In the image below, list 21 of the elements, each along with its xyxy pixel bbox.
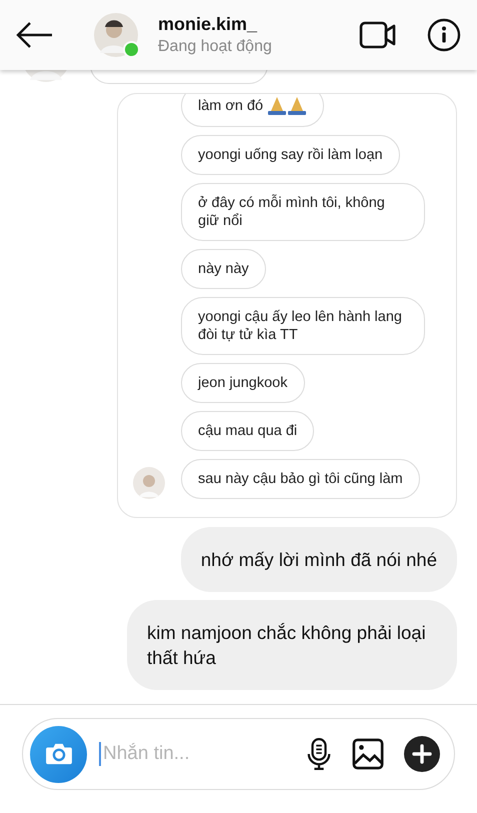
message-text: yoongi uống say rồi làm loạn [198, 146, 383, 164]
shared-screenshot[interactable]: làm ơn đó yoongi uống say rồi làm loạn ở đây có mỗi mình tôi, không giữ nổi này này yoongi cậu ấy leo lên hành lang đòi tự tử kìa TT jeon jungkook cậu mau qua đi sau này cậu bảo gì tôi cũng làm [117, 93, 457, 518]
camera-button[interactable] [30, 726, 87, 782]
back-arrow-icon[interactable] [14, 20, 54, 50]
message-text: sau này cậu bảo gì tôi cũng làm [198, 470, 403, 488]
message-text: nhớ mấy lời mình đã nói nhé [200, 549, 437, 570]
username[interactable]: monie.kim_ [158, 14, 329, 35]
message-text: làm ơn đó [198, 97, 264, 115]
message-text: yoongi cậu ấy leo lên hành lang đòi tự tử kìa TT [198, 308, 403, 344]
add-icon[interactable] [404, 736, 440, 772]
message-text: cậu mau qua đi [198, 422, 298, 440]
message-text: này này [198, 260, 249, 278]
message-text: jeon jungkook [198, 374, 288, 392]
camera-icon [44, 742, 72, 766]
video-camera-icon[interactable] [359, 20, 397, 50]
image-icon[interactable] [352, 738, 384, 770]
microphone-icon[interactable] [306, 737, 332, 771]
message-text: ở đây có mỗi mình tôi, không giữ nổi [198, 194, 386, 230]
activity-status: Đang hoạt động [158, 38, 273, 56]
info-icon[interactable] [427, 18, 461, 52]
message-text: kim namjoon chắc không phải loại thất hứa [147, 622, 426, 668]
